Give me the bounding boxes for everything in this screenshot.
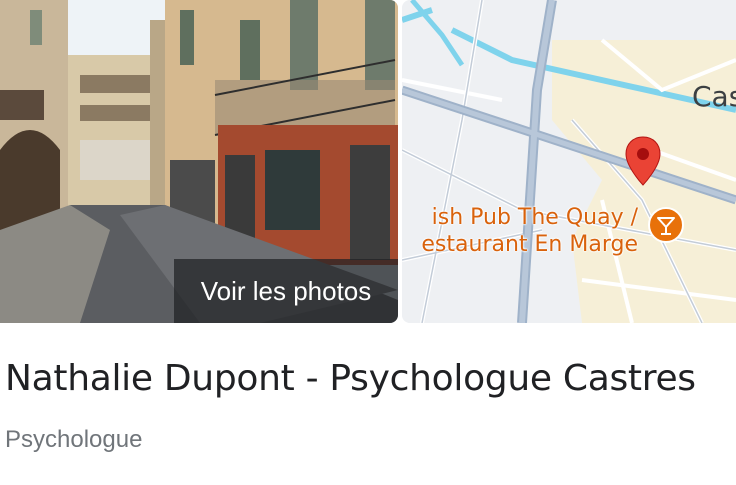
view-photos-button[interactable]: Voir les photos	[174, 259, 398, 323]
poi-label[interactable]: ish Pub The Quay / estaurant En Marge	[402, 204, 638, 258]
map-preview[interactable]: Cas ish Pub The Quay / estaurant En Marg…	[402, 0, 736, 323]
cocktail-glass-icon[interactable]	[648, 207, 684, 243]
poi-label-line1: ish Pub The Quay /	[431, 205, 638, 230]
map-tiles	[402, 0, 736, 323]
media-row: Voir les photos Ca ish Pub The Quay / es…	[0, 0, 736, 323]
map-town-label: Cas	[692, 80, 736, 113]
place-category[interactable]: Psychologue	[5, 426, 142, 454]
poi-label-line2: estaurant En Marge	[421, 232, 638, 257]
place-photo[interactable]: Voir les photos	[0, 0, 398, 323]
map-pin-icon[interactable]	[624, 135, 662, 187]
place-title: Nathalie Dupont - Psychologue Castres	[5, 358, 696, 399]
